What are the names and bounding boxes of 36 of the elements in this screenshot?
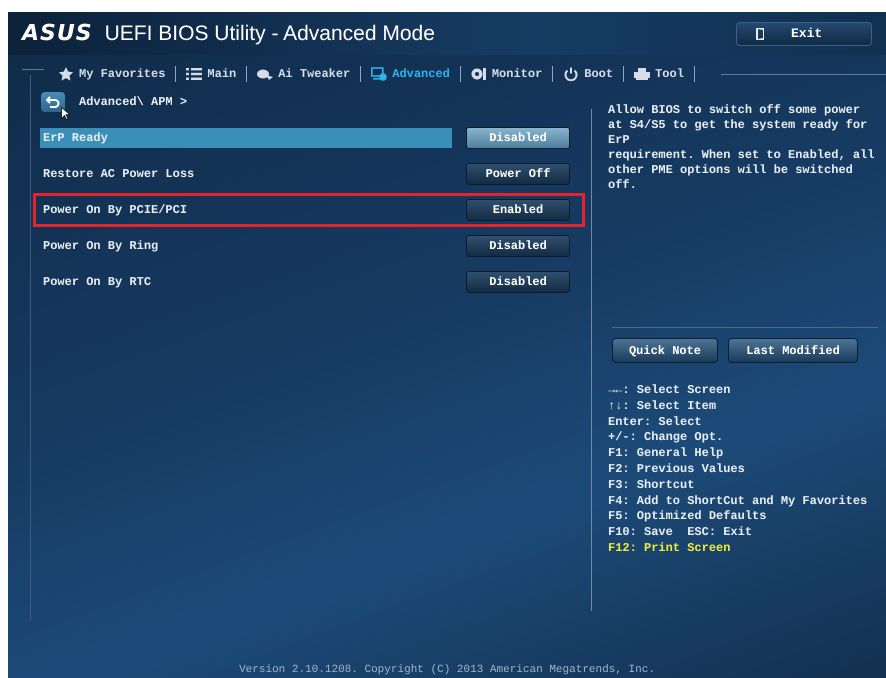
key-hint: F1: General Help [608, 446, 724, 462]
key-hint: F12: Print Screen [608, 540, 732, 557]
key-hint: F4: Add to ShortCut and My Favorites [608, 494, 868, 510]
setting-item[interactable]: Power On By RTC [40, 272, 452, 292]
setting-dropdown[interactable]: Power Off [466, 163, 570, 185]
key-hint: →←: Select Screen [608, 383, 732, 399]
menu-tab[interactable]: Monitor [466, 65, 546, 83]
key-hint: F2: Previous Values [608, 462, 746, 478]
menu-tab[interactable]: Ai Tweaker [253, 65, 354, 83]
exit-button[interactable]: Exit [736, 22, 872, 46]
version-text: Version 2.10.1208. Copyright (C) 2013 American Megatrends, Inc. [239, 664, 655, 676]
key-hint: F10: Save ESC: Exit [608, 525, 754, 541]
setting-item[interactable]: Restore AC Power Loss [40, 164, 452, 184]
help-text: ErP [608, 133, 631, 148]
help-text: Allow BIOS to switch off some power at S4/S5 to get the system ready for [608, 103, 868, 133]
key-hint: ↑↓: Select Item [608, 398, 718, 415]
key-hint: F5: Optimized Defaults [608, 509, 768, 526]
menu-tab[interactable]: Main [182, 65, 240, 83]
logo: ASUS [22, 21, 93, 46]
setting-dropdown[interactable]: Enabled [466, 199, 570, 221]
setting-dropdown[interactable]: Disabled [466, 271, 570, 293]
key-hint: +/-: Change Opt. [608, 430, 724, 446]
setting-dropdown[interactable]: Disabled [466, 235, 570, 257]
side-button[interactable]: Quick Note [612, 338, 718, 363]
side-button[interactable]: Last Modified [728, 338, 858, 363]
setting-item[interactable]: Power On By Ring [40, 236, 452, 256]
key-hint: Enter: Select [608, 414, 703, 430]
help-text: requirement. When set to Enabled, all other PME options will be switched off. [608, 148, 876, 193]
setting-item[interactable]: Power On By PCIE/PCI [40, 200, 452, 220]
key-hint: F3: Shortcut [608, 478, 696, 494]
menu-tab[interactable]: Boot [559, 65, 618, 83]
breadcrumb: Advanced\ APM > [79, 95, 188, 109]
menu-tab[interactable]: Advanced [367, 65, 454, 83]
menu-tab[interactable]: Tool [630, 65, 688, 83]
window-title: UEFI BIOS Utility - Advanced Mode [104, 22, 436, 46]
menu-tab[interactable]: My Favorites [54, 65, 170, 83]
